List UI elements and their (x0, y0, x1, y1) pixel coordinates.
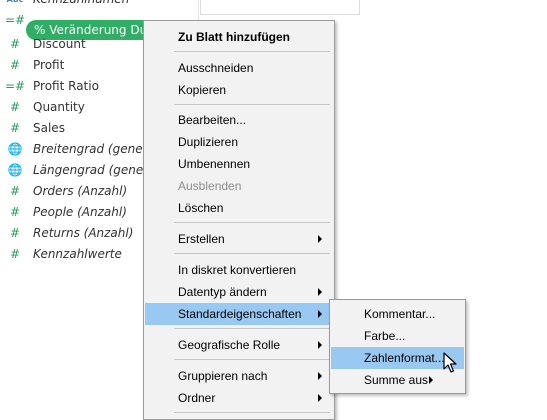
submenu-arrow-icon (318, 288, 322, 296)
menu-item-label: Ausschneiden (178, 61, 254, 75)
menu-item-cut[interactable]: Ausschneiden (145, 57, 333, 79)
hash-icon: # (9, 205, 21, 219)
hash-icon: # (9, 226, 21, 240)
menu-item-group-by[interactable]: Gruppieren nach (145, 365, 333, 387)
menu-separator (174, 222, 330, 223)
menu-item-rename[interactable]: Umbenennen (145, 153, 333, 175)
hash-icon: # (9, 58, 21, 72)
menu-item-default-properties[interactable]: Standardeigenschaften (145, 303, 333, 325)
menu-separator (174, 328, 330, 329)
menu-item-label: Farbe... (364, 329, 406, 343)
menu-item-change-datatype[interactable]: Datentyp ändern (145, 281, 333, 303)
submenu-arrow-icon (318, 372, 322, 380)
field-label: Kennzahlwerte (33, 247, 122, 261)
submenu-arrow-icon (318, 235, 322, 243)
menu-item-convert-discrete[interactable]: In diskret konvertieren (145, 259, 333, 281)
submenu-arrow-icon (318, 341, 322, 349)
field-label: Orders (Anzahl) (33, 184, 128, 198)
menu-item-label: Kopieren (178, 83, 227, 97)
hash-icon: # (9, 247, 21, 261)
menu-item-label: Ordner (178, 391, 216, 405)
menu-item-label: Ausblenden (178, 179, 242, 193)
shelf-panel (200, 0, 360, 15)
menu-item-label: Bearbeiten... (178, 113, 247, 127)
hash-icon: # (9, 100, 21, 114)
menu-item-create[interactable]: Erstellen (145, 228, 333, 250)
menu-separator (174, 412, 330, 413)
calc-hash-icon: =# (4, 79, 26, 93)
menu-item-label: Duplizieren (178, 135, 239, 149)
default-properties-submenu: Kommentar... Farbe... Zahlenformat... Su… (329, 299, 466, 394)
menu-item-label: Standardeigenschaften (178, 307, 302, 321)
menu-item-duplicate[interactable]: Duplizieren (145, 131, 333, 153)
menu-item-add-to-sheet[interactable]: Zu Blatt hinzufügen (145, 26, 333, 48)
hash-icon: # (9, 37, 21, 51)
field-label: Sales (33, 121, 65, 135)
menu-separator (174, 104, 330, 105)
menu-item-label: Zahlenformat... (364, 351, 445, 365)
menu-item-edit[interactable]: Bearbeiten... (145, 109, 333, 131)
menu-item-copy[interactable]: Kopieren (145, 79, 333, 101)
menu-item-label: Datentyp ändern (178, 285, 267, 299)
menu-item-label: Gruppieren nach (178, 369, 268, 383)
hash-icon: # (9, 121, 21, 135)
menu-item-label: Geografische Rolle (178, 338, 281, 352)
menu-separator (174, 359, 330, 360)
menu-item-label: Erstellen (178, 232, 225, 246)
field-row-kennzahlnamen[interactable]: Abc Kennzahlnamen (0, 0, 200, 10)
field-label: Profit (33, 58, 65, 72)
menu-item-hide: Ausblenden (145, 175, 333, 197)
submenu-item-comment[interactable]: Kommentar... (331, 303, 464, 325)
field-label: Returns (Anzahl) (33, 226, 134, 240)
menu-item-label: Zu Blatt hinzufügen (178, 30, 290, 44)
globe-icon: 🌐 (7, 142, 23, 156)
submenu-arrow-icon (318, 310, 322, 318)
mouse-cursor-icon (443, 352, 457, 373)
menu-item-folder[interactable]: Ordner (145, 387, 333, 409)
field-label: Profit Ratio (33, 79, 99, 93)
menu-item-label: Umbenennen (178, 157, 251, 171)
menu-item-label: Summe aus (364, 373, 429, 387)
submenu-arrow-icon (429, 376, 433, 384)
submenu-arrow-icon (318, 394, 322, 402)
menu-item-geographic-role[interactable]: Geografische Rolle (145, 334, 333, 356)
hash-icon: # (9, 184, 21, 198)
globe-icon: 🌐 (7, 163, 23, 177)
menu-item-delete[interactable]: Löschen (145, 197, 333, 219)
submenu-item-color[interactable]: Farbe... (331, 325, 464, 347)
menu-item-label: In diskret konvertieren (178, 263, 297, 277)
text-type-icon: Abc (4, 0, 26, 10)
field-label: Quantity (33, 100, 85, 114)
menu-item-label: Löschen (178, 201, 224, 215)
menu-item-label: Kommentar... (364, 307, 436, 321)
field-label: Kennzahlnamen (33, 0, 129, 10)
context-menu: Zu Blatt hinzufügen Ausschneiden Kopiere… (143, 20, 335, 420)
field-label: People (Anzahl) (33, 205, 127, 219)
calc-hash-icon: =# (4, 13, 26, 27)
menu-separator (174, 51, 330, 52)
menu-separator (174, 253, 330, 254)
field-label: Discount (33, 37, 86, 51)
